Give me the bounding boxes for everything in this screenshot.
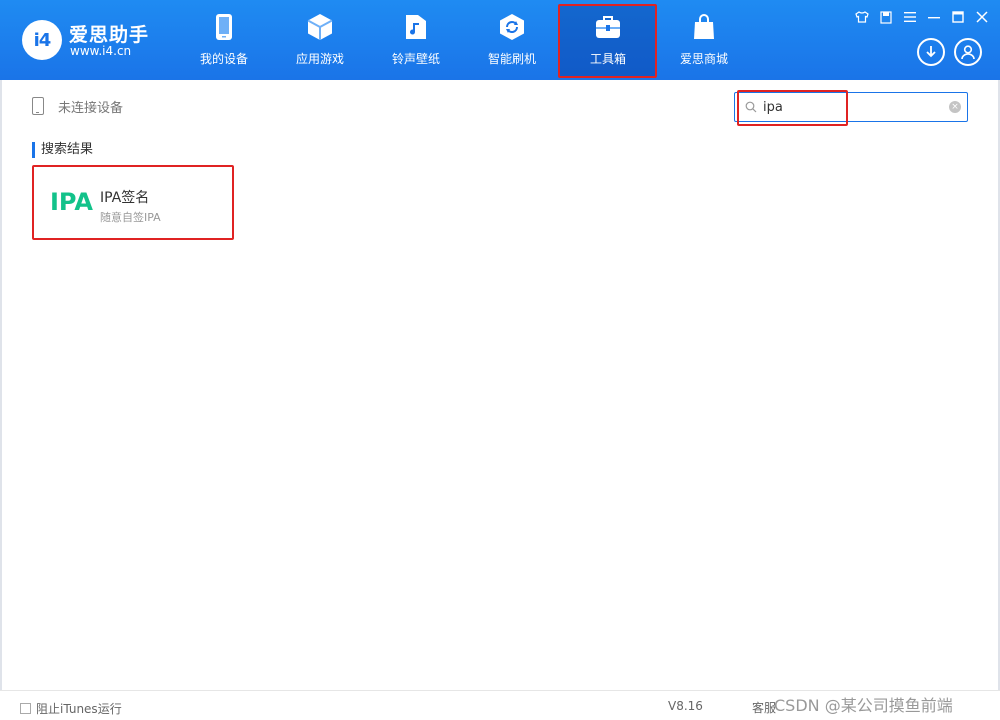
minimize-icon[interactable] xyxy=(924,8,944,26)
customer-service-link[interactable]: 客服 xyxy=(752,699,776,716)
app-name: 爱思助手 xyxy=(69,24,150,46)
logo-badge-text: i4 xyxy=(33,29,52,51)
nav-label: 应用游戏 xyxy=(295,52,344,66)
nav-my-device[interactable]: 我的设备 xyxy=(176,4,272,76)
shopping-bag-icon xyxy=(689,12,719,42)
close-icon[interactable] xyxy=(972,8,992,26)
logo-badge: i4 xyxy=(22,20,62,60)
ipa-logo-icon: IPA xyxy=(50,188,93,216)
nav-store[interactable]: 爱思商城 xyxy=(656,4,752,76)
nav-smart-flash[interactable]: 智能刷机 xyxy=(464,4,560,76)
phone-outline-icon xyxy=(32,97,44,115)
search-box[interactable]: × xyxy=(734,92,968,122)
shirt-icon[interactable] xyxy=(852,8,872,26)
phone-icon xyxy=(209,12,239,42)
app-logo[interactable]: i4 爱思助手 www.i4.cn xyxy=(22,18,152,62)
toolbox-icon xyxy=(593,12,623,42)
nav-toolbox[interactable]: 工具箱 xyxy=(560,4,656,76)
nav-label: 爱思商城 xyxy=(679,52,728,66)
nav-apps-games[interactable]: 应用游戏 xyxy=(272,4,368,76)
menu-icon[interactable] xyxy=(900,8,920,26)
nav-label: 铃声壁纸 xyxy=(391,52,440,66)
header-bar: i4 爱思助手 www.i4.cn 我的设备 应用游戏 铃声壁纸 智能刷机 工具… xyxy=(0,0,1000,80)
version-label: V8.16 xyxy=(668,699,703,713)
nav-label: 我的设备 xyxy=(199,52,248,66)
nav-label: 智能刷机 xyxy=(487,52,536,66)
notes-icon[interactable] xyxy=(876,8,896,26)
checkbox-box[interactable] xyxy=(20,703,31,714)
watermark: CSDN @某公司摸鱼前端 xyxy=(774,696,953,715)
window-left-border xyxy=(0,80,2,720)
music-folder-icon xyxy=(401,12,431,42)
clear-search-icon[interactable]: × xyxy=(949,101,961,113)
search-icon xyxy=(745,101,757,113)
tool-card-ipa-sign[interactable]: IPA IPA签名 随意自签IPA xyxy=(36,168,230,236)
nav-ringtones[interactable]: 铃声壁纸 xyxy=(368,4,464,76)
tool-description: 随意自签IPA xyxy=(100,211,161,224)
cube-icon xyxy=(305,12,335,42)
device-status-text: 未连接设备 xyxy=(58,100,124,116)
search-input[interactable] xyxy=(763,99,943,115)
download-icon[interactable] xyxy=(917,38,945,66)
app-url: www.i4.cn xyxy=(70,44,132,58)
block-itunes-checkbox[interactable]: 阻止iTunes运行 xyxy=(20,700,122,717)
refresh-shield-icon xyxy=(497,12,527,42)
maximize-icon[interactable] xyxy=(948,8,968,26)
search-results-title: 搜索结果 xyxy=(32,142,93,158)
tool-name: IPA签名 xyxy=(100,190,150,206)
user-icon[interactable] xyxy=(954,38,982,66)
block-itunes-label: 阻止iTunes运行 xyxy=(36,702,122,716)
device-status: 未连接设备 xyxy=(32,96,123,116)
nav-label: 工具箱 xyxy=(589,52,626,66)
